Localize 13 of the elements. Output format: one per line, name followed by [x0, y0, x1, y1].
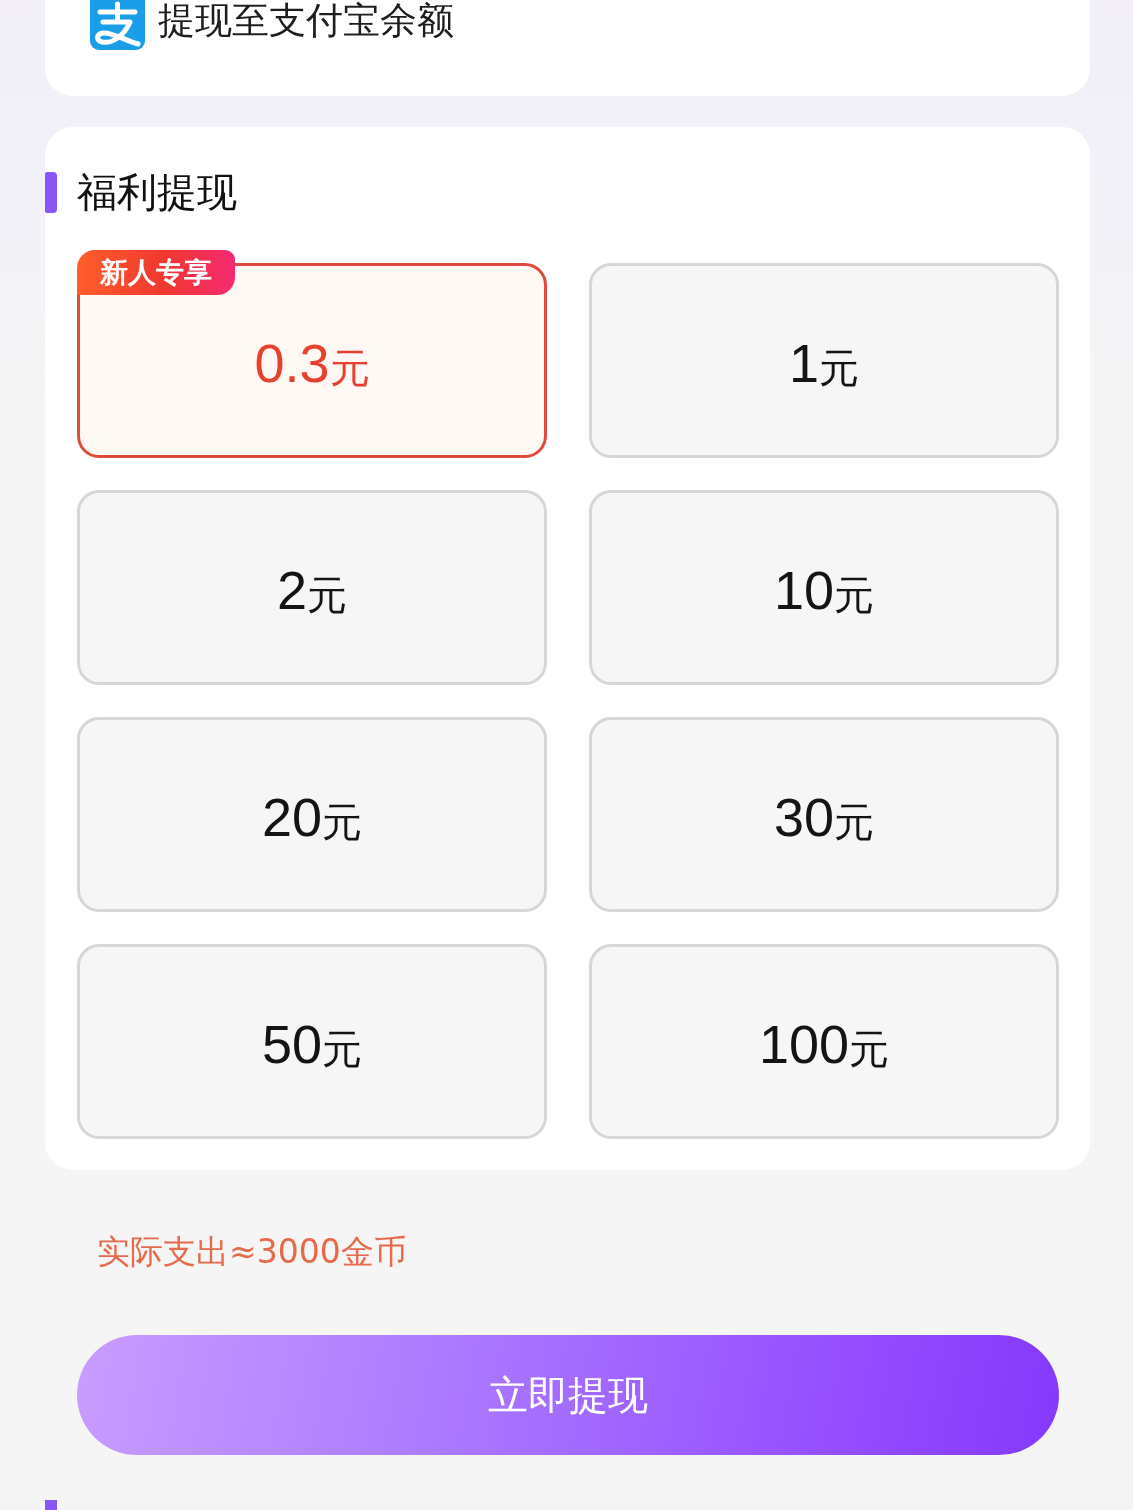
section-marker	[45, 172, 57, 213]
section-marker	[45, 1500, 57, 1510]
amount-option[interactable]: 2元	[77, 490, 547, 685]
amount-option[interactable]: 20元	[77, 717, 547, 912]
amount-option[interactable]: 100元	[589, 944, 1059, 1139]
amount-option[interactable]: 10元	[589, 490, 1059, 685]
cost-note: 实际支出≈3000金币	[96, 1232, 408, 1272]
account-title: 提现至支付宝余额	[158, 0, 454, 42]
amount-option[interactable]: 50元	[77, 944, 547, 1139]
promo-badge: 新人专享	[77, 250, 235, 295]
section-title: 福利提现	[77, 172, 237, 213]
amount-option[interactable]: 30元	[589, 717, 1059, 912]
amount-option[interactable]: 1元	[589, 263, 1059, 458]
